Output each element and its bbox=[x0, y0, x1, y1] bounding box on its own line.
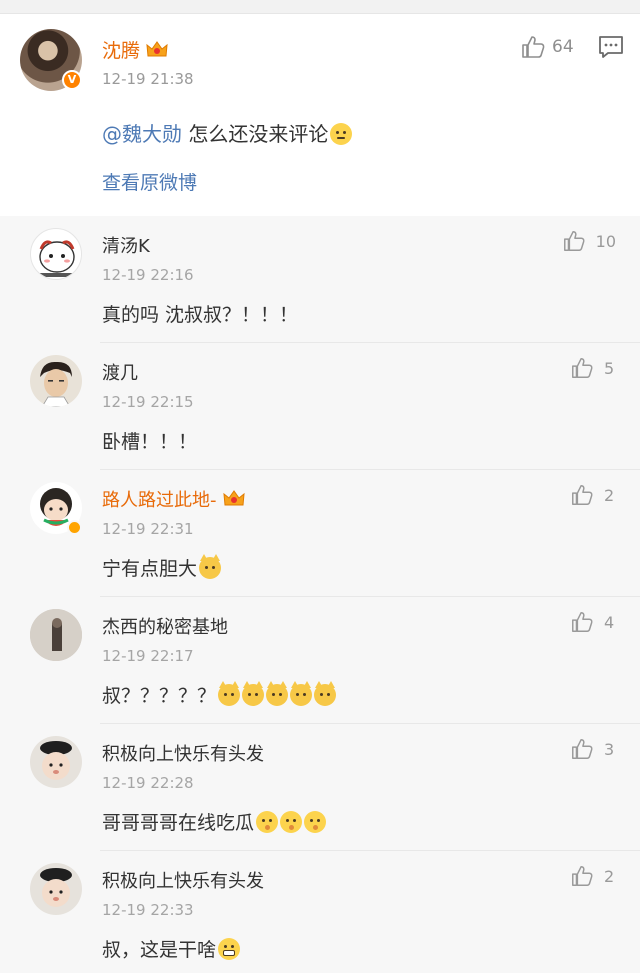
like-count: 5 bbox=[604, 358, 615, 378]
like-button[interactable]: 64 bbox=[520, 34, 574, 60]
author-name-label[interactable]: 沈腾 bbox=[102, 40, 140, 62]
reply-timestamp: 12-19 22:28 bbox=[102, 774, 194, 792]
list-item: 积极向上快乐有头发 12-19 22:28 哥哥哥哥在线吃瓜 3 bbox=[0, 724, 640, 851]
like-count: 2 bbox=[604, 485, 615, 505]
verified-badge-icon: V bbox=[62, 70, 82, 90]
like-count: 64 bbox=[552, 37, 574, 57]
commenter-name[interactable]: 清汤K bbox=[102, 232, 150, 258]
reply-text: 宁有点胆大 bbox=[102, 554, 222, 581]
comment-icon[interactable] bbox=[598, 34, 624, 60]
reply-timestamp: 12-19 22:17 bbox=[102, 647, 194, 665]
thumbs-up-icon bbox=[563, 231, 585, 251]
shush-emoji-icon bbox=[280, 811, 303, 833]
mention-link[interactable]: @魏大勋 bbox=[102, 122, 182, 146]
commenter-name[interactable]: 杰西的秘密基地 bbox=[102, 613, 228, 639]
reply-timestamp: 12-19 22:16 bbox=[102, 266, 194, 284]
reply-text: 真的吗 沈叔叔？！！！ bbox=[102, 304, 299, 326]
like-count: 10 bbox=[595, 231, 616, 251]
like-count: 2 bbox=[604, 866, 615, 886]
reply-body: 哥哥哥哥在线吃瓜 bbox=[102, 812, 255, 834]
top-divider bbox=[0, 0, 640, 14]
list-item: 路人路过此地- 12-19 22:31 宁有点胆大 2 bbox=[0, 470, 640, 597]
thumbs-up-icon bbox=[572, 739, 593, 759]
reply-timestamp: 12-19 22:33 bbox=[102, 901, 194, 919]
view-original-post-link[interactable]: 查看原微博 bbox=[102, 168, 197, 195]
thumbs-up-icon bbox=[522, 36, 545, 58]
grin-emoji-icon bbox=[218, 938, 241, 960]
reply-body: 叔？？？？？ bbox=[102, 685, 217, 707]
reply-text: 叔？？？？？ bbox=[102, 681, 337, 708]
reply-text: 叔，这是干啥 bbox=[102, 935, 241, 962]
commenter-name[interactable]: 积极向上快乐有头发 bbox=[102, 867, 264, 893]
list-item: 积极向上快乐有头发 12-19 22:33 叔，这是干啥 2 bbox=[0, 851, 640, 973]
reply-timestamp: 12-19 22:15 bbox=[102, 393, 194, 411]
avatar[interactable] bbox=[30, 736, 82, 788]
avatar[interactable] bbox=[30, 355, 82, 407]
like-button[interactable]: 5 bbox=[570, 355, 616, 381]
doge-cat-emoji-icon bbox=[242, 681, 265, 706]
commenter-name[interactable]: 渡几 bbox=[102, 359, 138, 385]
doge-cat-emoji-icon bbox=[314, 681, 337, 706]
like-button[interactable]: 3 bbox=[570, 736, 616, 762]
thumbs-up-icon bbox=[572, 485, 593, 505]
list-item: 杰西的秘密基地 12-19 22:17 叔？？？？？ 4 bbox=[0, 597, 640, 724]
original-comment: V 沈腾 12-19 21:38 64 @魏大勋 怎么还没来评论 查看原微博 bbox=[0, 14, 640, 216]
comment-body: 怎么还没来评论 bbox=[182, 122, 329, 146]
thumbs-up-icon bbox=[572, 358, 593, 378]
author-name[interactable]: 沈腾 bbox=[102, 36, 168, 63]
thumbs-up-icon bbox=[572, 612, 593, 632]
reply-text: 哥哥哥哥在线吃瓜 bbox=[102, 808, 327, 835]
doge-cat-emoji-icon bbox=[199, 554, 222, 579]
shush-emoji-icon bbox=[304, 811, 327, 833]
like-count: 3 bbox=[604, 739, 615, 759]
thumbs-up-icon bbox=[572, 866, 593, 886]
doge-cat-emoji-icon bbox=[290, 681, 313, 706]
reply-timestamp: 12-19 22:31 bbox=[102, 520, 194, 538]
like-count: 4 bbox=[604, 612, 615, 632]
comment-text: @魏大勋 怎么还没来评论 bbox=[102, 118, 353, 147]
shush-emoji-icon bbox=[256, 811, 279, 833]
doge-cat-emoji-icon bbox=[218, 681, 241, 706]
avatar[interactable] bbox=[30, 228, 82, 280]
avatar[interactable] bbox=[30, 609, 82, 661]
like-button[interactable]: 10 bbox=[562, 228, 616, 254]
vip-crown-icon bbox=[146, 41, 168, 59]
shrug-emoji-icon bbox=[330, 123, 353, 145]
doge-cat-emoji-icon bbox=[266, 681, 289, 706]
list-item: 渡几 12-19 22:15 卧槽！！！ 5 bbox=[0, 343, 640, 470]
commenter-name[interactable]: 路人路过此地- bbox=[102, 486, 245, 512]
reply-body: 宁有点胆大 bbox=[102, 558, 198, 580]
verified-badge-icon bbox=[67, 520, 82, 535]
reply-list: 清汤K 12-19 22:16 真的吗 沈叔叔？！！！ 10 渡几 12-19 … bbox=[0, 216, 640, 973]
like-button[interactable]: 4 bbox=[570, 609, 616, 635]
commenter-name[interactable]: 积极向上快乐有头发 bbox=[102, 740, 264, 766]
like-button[interactable]: 2 bbox=[570, 482, 616, 508]
comment-timestamp: 12-19 21:38 bbox=[102, 70, 194, 88]
vip-crown-icon bbox=[222, 490, 245, 508]
list-item: 清汤K 12-19 22:16 真的吗 沈叔叔？！！！ 10 bbox=[0, 216, 640, 343]
reply-body: 叔，这是干啥 bbox=[102, 939, 217, 961]
avatar[interactable] bbox=[30, 863, 82, 915]
like-button[interactable]: 2 bbox=[570, 863, 616, 889]
reply-text: 卧槽！！！ bbox=[102, 431, 198, 453]
commenter-name-label[interactable]: 路人路过此地- bbox=[102, 490, 217, 511]
